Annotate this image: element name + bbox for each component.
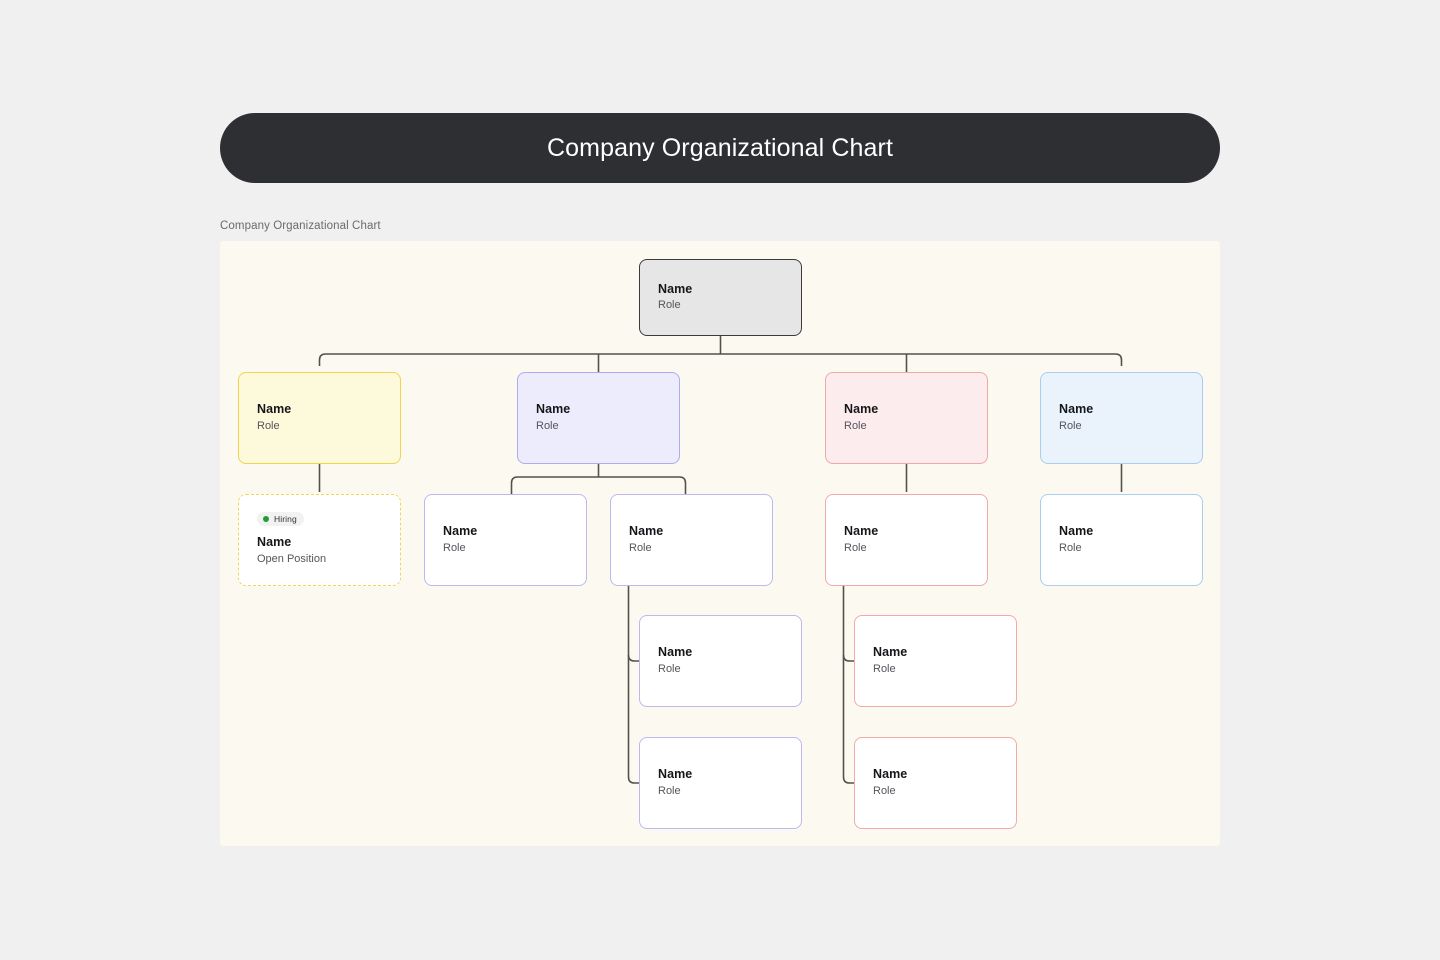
status-dot-icon (263, 516, 269, 523)
header-banner: Company Organizational Chart (220, 113, 1220, 183)
org-node-open-position[interactable]: Hiring Name Open Position (238, 494, 401, 586)
node-name: Name (873, 767, 908, 782)
node-role: Role (629, 541, 652, 554)
node-role: Role (844, 541, 867, 554)
org-node-purple-b2[interactable]: Name Role (639, 737, 802, 829)
org-node-purple-a[interactable]: Name Role (424, 494, 587, 586)
page-root: Company Organizational Chart Company Org… (0, 0, 1440, 960)
node-role: Role (658, 784, 681, 797)
node-name: Name (536, 402, 571, 417)
node-role: Role (873, 784, 896, 797)
org-node-blue[interactable]: Name Role (1040, 372, 1203, 464)
node-role: Role (844, 419, 867, 432)
node-name: Name (443, 524, 478, 539)
org-node-purple-b[interactable]: Name Role (610, 494, 773, 586)
node-role: Role (658, 662, 681, 675)
status-badge-label: Hiring (274, 513, 297, 524)
node-role: Role (1059, 419, 1082, 432)
page-title: Company Organizational Chart (546, 133, 894, 162)
org-node-pink-a[interactable]: Name Role (825, 494, 988, 586)
node-role: Role (658, 299, 681, 312)
node-name: Name (1059, 524, 1094, 539)
org-node-blue-a[interactable]: Name Role (1040, 494, 1203, 586)
node-name: Name (658, 645, 693, 660)
node-role: Open Position (257, 552, 327, 565)
node-role: Role (536, 419, 559, 432)
org-node-yellow[interactable]: Name Role (238, 372, 401, 464)
status-badge: Hiring (257, 512, 304, 526)
org-node-pink-a2[interactable]: Name Role (854, 737, 1017, 829)
org-chart-canvas: Name Role Name Role Name Role Name Role … (220, 241, 1220, 846)
org-node-pink[interactable]: Name Role (825, 372, 988, 464)
node-name: Name (873, 645, 908, 660)
node-name: Name (257, 402, 292, 417)
node-name: Name (257, 534, 292, 549)
org-node-root[interactable]: Name Role (639, 259, 802, 336)
node-name: Name (658, 281, 693, 296)
node-name: Name (658, 767, 693, 782)
org-node-purple-b1[interactable]: Name Role (639, 615, 802, 707)
org-node-pink-a1[interactable]: Name Role (854, 615, 1017, 707)
node-role: Role (443, 541, 466, 554)
node-role: Role (257, 419, 280, 432)
org-node-purple[interactable]: Name Role (517, 372, 680, 464)
chart-caption: Company Organizational Chart (220, 220, 381, 232)
node-name: Name (1059, 402, 1094, 417)
node-name: Name (844, 402, 879, 417)
node-role: Role (1059, 541, 1082, 554)
node-name: Name (844, 524, 879, 539)
node-name: Name (629, 524, 664, 539)
node-role: Role (873, 662, 896, 675)
